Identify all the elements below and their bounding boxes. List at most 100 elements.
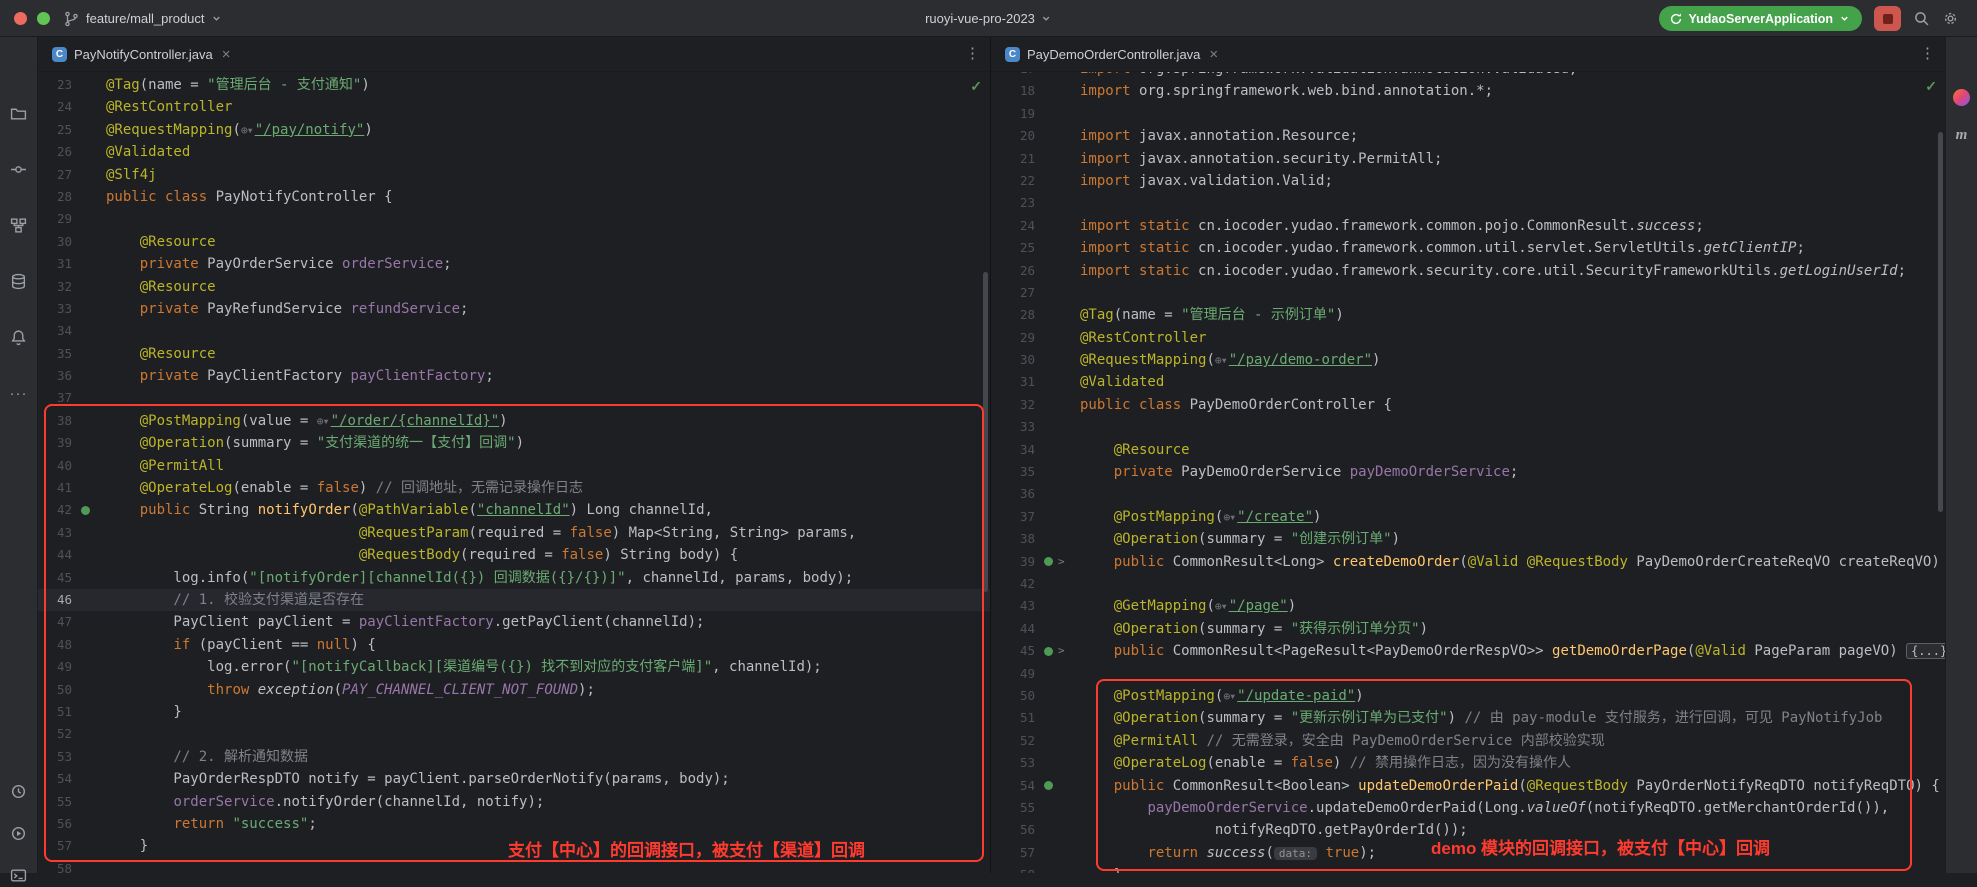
line-number[interactable]: 35 [995,461,1035,483]
code-line[interactable]: 51 @Operation(summary = "更新示例订单为已支付") //… [991,707,1945,729]
code-line[interactable]: 24@RestController [38,96,990,118]
code-line[interactable]: 52 [38,723,990,745]
line-number[interactable]: 24 [42,96,72,118]
spring-bean-icon[interactable] [1044,557,1053,566]
line-number[interactable]: 23 [995,192,1035,214]
line-number[interactable]: 28 [995,304,1035,326]
git-branch-widget[interactable]: feature/mall_product [56,6,230,31]
line-number[interactable]: 42 [995,573,1035,595]
spring-bean-icon[interactable] [81,506,90,515]
line-number[interactable]: 53 [995,752,1035,774]
line-number[interactable]: 17 [995,72,1035,80]
url-inlay-icon[interactable]: ⊕▾ [317,414,329,428]
code-line[interactable]: 40 @PermitAll [38,455,990,477]
code-line[interactable]: 49 log.error("[notifyCallback][渠道编号({}) … [38,656,990,678]
line-number[interactable]: 33 [42,298,72,320]
code-line[interactable]: 19 [991,103,1945,125]
run-tool-icon[interactable] [7,821,31,845]
tab-options-icon[interactable]: ⋮ [965,44,980,62]
code-line[interactable]: 47 PayClient payClient = payClientFactor… [38,611,990,633]
url-inlay-icon[interactable]: ⊕▾ [1223,689,1235,703]
code-line[interactable]: 39> public CommonResult<Long> createDemo… [991,551,1945,573]
commit-icon[interactable] [7,157,31,181]
line-number[interactable]: 32 [995,394,1035,416]
line-number[interactable]: 56 [42,813,72,835]
code-line[interactable]: 22import javax.validation.Valid; [991,170,1945,192]
inspections-ok-icon[interactable]: ✓ [1925,78,1937,95]
line-number[interactable]: 56 [995,819,1035,841]
line-number[interactable]: 50 [995,685,1035,707]
code-line[interactable]: 37 @PostMapping(⊕▾"/create") [991,506,1945,528]
line-number[interactable]: 38 [42,410,72,432]
line-number[interactable]: 48 [42,634,72,656]
url-inlay-icon[interactable]: ⊕▾ [1215,353,1227,367]
spring-bean-icon[interactable] [1044,647,1053,656]
code-line[interactable]: 37 [38,387,990,409]
fold-arrow-icon[interactable]: > [1058,551,1065,573]
code-line[interactable]: 29@RestController [991,327,1945,349]
code-line[interactable]: 29 [38,208,990,230]
line-number[interactable]: 19 [995,103,1035,125]
code-line[interactable]: 43 @GetMapping(⊕▾"/page") [991,595,1945,617]
line-number[interactable]: 58 [995,864,1035,873]
line-number[interactable]: 39 [995,551,1035,573]
code-line[interactable]: 54 PayOrderRespDTO notify = payClient.pa… [38,768,990,790]
terminal-icon[interactable] [7,863,31,887]
line-number[interactable]: 50 [42,679,72,701]
line-number[interactable]: 41 [42,477,72,499]
tab-close-icon[interactable]: × [222,46,231,63]
line-number[interactable]: 34 [995,439,1035,461]
code-line[interactable]: 44 @Operation(summary = "获得示例订单分页") [991,618,1945,640]
code-line[interactable]: 49 [991,663,1945,685]
line-number[interactable]: 57 [995,842,1035,864]
stop-button[interactable] [1874,6,1901,31]
code-line[interactable]: 23 [991,192,1945,214]
code-line[interactable]: 53 // 2. 解析通知数据 [38,746,990,768]
code-line[interactable]: 57 return success(data: true); [991,842,1945,864]
database-icon[interactable] [7,269,31,293]
code-line[interactable]: 18import org.springframework.web.bind.an… [991,80,1945,102]
line-number[interactable]: 34 [42,320,72,342]
line-number[interactable]: 28 [42,186,72,208]
line-number[interactable]: 31 [995,371,1035,393]
line-number[interactable]: 27 [995,282,1035,304]
scrollbar-thumb[interactable] [983,272,988,592]
code-line[interactable]: 43 @RequestParam(required = false) Map<S… [38,522,990,544]
code-line[interactable]: 45> public CommonResult<PageResult<PayDe… [991,640,1945,662]
code-line[interactable]: 21import javax.annotation.security.Permi… [991,148,1945,170]
run-configuration-button[interactable]: YudaoServerApplication [1659,6,1862,31]
code-line[interactable]: 51 } [38,701,990,723]
code-line[interactable]: 17import org.springframework.validation.… [991,72,1945,80]
code-line[interactable]: 27 [991,282,1945,304]
line-number[interactable]: 51 [995,707,1035,729]
line-number[interactable]: 18 [995,80,1035,102]
line-number[interactable]: 51 [42,701,72,723]
line-number[interactable]: 22 [995,170,1035,192]
line-number[interactable]: 29 [995,327,1035,349]
line-number[interactable]: 53 [42,746,72,768]
code-line[interactable]: 38 @PostMapping(value = ⊕▾"/order/{chann… [38,410,990,432]
line-number[interactable]: 55 [995,797,1035,819]
line-number[interactable]: 30 [995,349,1035,371]
line-number[interactable]: 44 [42,544,72,566]
fold-arrow-icon[interactable]: > [1058,640,1065,662]
line-number[interactable]: 29 [42,208,72,230]
code-line[interactable]: 41 @OperateLog(enable = false) // 回调地址，无… [38,477,990,499]
tab-pay-demo-order-controller[interactable]: C PayDemoOrderController.java × [991,37,1228,72]
notifications-bell-icon[interactable] [7,325,31,349]
line-number[interactable]: 23 [42,74,72,96]
code-line[interactable]: 56 return "success"; [38,813,990,835]
code-line[interactable]: 30 @Resource [38,231,990,253]
code-line[interactable]: 32public class PayDemoOrderController { [991,394,1945,416]
line-number[interactable]: 24 [995,215,1035,237]
window-close-button[interactable] [14,12,27,25]
code-line[interactable]: 32 @Resource [38,276,990,298]
code-line[interactable]: 24import static cn.iocoder.yudao.framewo… [991,215,1945,237]
code-line[interactable]: 34 @Resource [991,439,1945,461]
code-line[interactable]: 36 [991,483,1945,505]
code-line[interactable]: 25@RequestMapping(⊕▾"/pay/notify") [38,119,990,141]
code-line[interactable]: 44 @RequestBody(required = false) String… [38,544,990,566]
line-number[interactable]: 39 [42,432,72,454]
line-number[interactable]: 52 [995,730,1035,752]
code-line[interactable]: 31 private PayOrderService orderService; [38,253,990,275]
